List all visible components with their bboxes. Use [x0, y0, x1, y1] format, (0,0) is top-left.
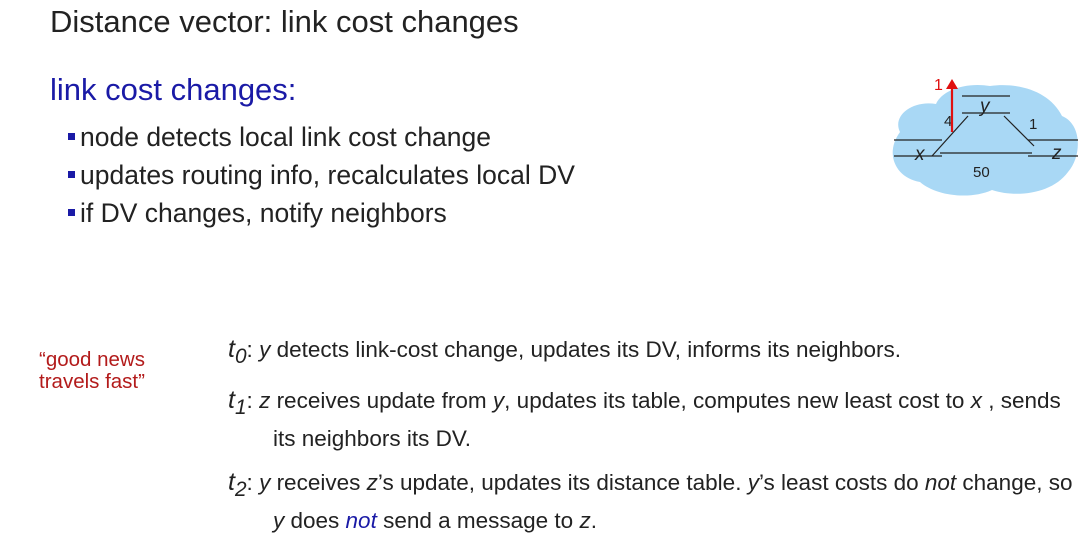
new-cost-label: 1 [934, 77, 943, 94]
arrowhead-up-icon [946, 79, 958, 89]
section-heading: link cost changes: [50, 72, 297, 107]
time-label: t2 [228, 468, 247, 501]
bullet-text: node detects local link cost change [80, 122, 492, 152]
bullet-item: node detects local link cost change [68, 118, 575, 156]
link-x-z-cost: 50 [973, 164, 990, 181]
event-t0: t0: y detects link-cost change, updates … [228, 335, 902, 368]
bullet-item: if DV changes, notify neighbors [68, 194, 575, 232]
event-t1: t1: z receives update from y, updates it… [228, 386, 1061, 451]
callout-good-news: “good news travels fast” [39, 348, 145, 393]
node-z-label: z [1051, 143, 1062, 164]
network-diagram: y x z 4 1 50 1 [892, 77, 1078, 196]
event-timeline: t0: y detects link-cost change, updates … [228, 334, 1078, 536]
slide-title: Distance vector: link cost changes [50, 4, 519, 39]
square-bullet-icon [68, 132, 75, 140]
node-x-label: x [914, 144, 926, 165]
bullet-text: updates routing info, recalculates local… [80, 160, 575, 190]
square-bullet-icon [68, 208, 75, 216]
time-label: t0 [228, 335, 247, 368]
square-bullet-icon [68, 170, 75, 178]
link-y-z-cost: 1 [1029, 116, 1037, 133]
bullet-text: if DV changes, notify neighbors [80, 198, 447, 228]
bullet-item: updates routing info, recalculates local… [68, 156, 575, 194]
time-label: t1 [228, 386, 247, 419]
bullet-list: node detects local link cost change upda… [68, 118, 575, 232]
node-y-label: y [978, 96, 991, 117]
